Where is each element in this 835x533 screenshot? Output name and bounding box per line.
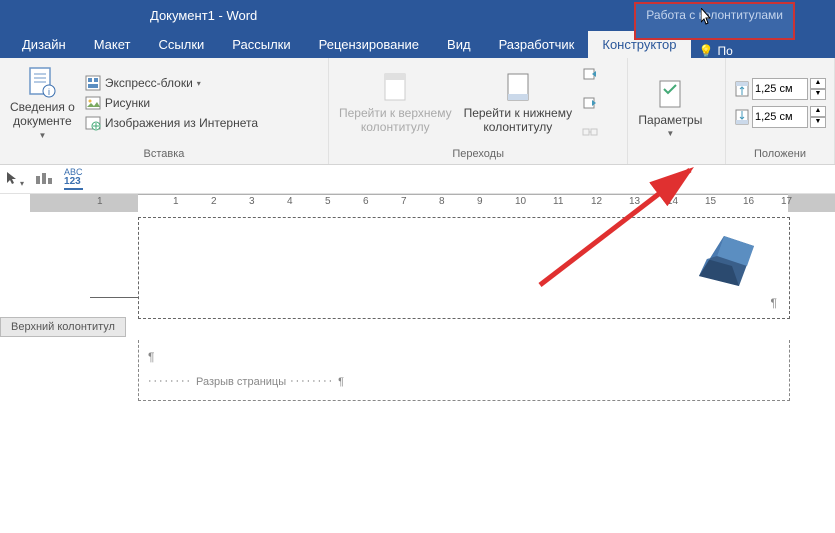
svg-text:i: i: [48, 87, 50, 97]
building-blocks-icon: [85, 75, 101, 91]
tab-mailings[interactable]: Рассылки: [218, 31, 304, 58]
goto-footer-icon: [502, 72, 534, 104]
paragraph-mark: ¶: [148, 350, 154, 364]
picture-icon: [85, 95, 101, 111]
ruler-tick: 8: [439, 196, 445, 207]
header-tag: Верхний колонтитул: [0, 317, 126, 337]
tell-me-label: По: [717, 44, 732, 58]
ruler-tick: 16: [743, 196, 754, 207]
tab-layout[interactable]: Макет: [80, 31, 145, 58]
goto-footer-label: Перейти к нижнему колонтитулу: [464, 106, 573, 135]
stepper-up[interactable]: ▲: [810, 78, 826, 89]
goto-header-button: Перейти к верхнему колонтитулу: [333, 60, 458, 146]
group-navigation: Перейти к верхнему колонтитулу Перейти к…: [329, 58, 628, 164]
body-dimmed-area: [138, 340, 790, 401]
options-button[interactable]: Параметры ▼: [632, 60, 708, 158]
online-pictures-button[interactable]: Изображения из Интернета: [85, 115, 258, 131]
ruler-tick: 5: [325, 196, 331, 207]
ruler-tick: 15: [705, 196, 716, 207]
margin-indicator: [90, 297, 138, 298]
options-label: Параметры: [638, 113, 702, 127]
tell-me[interactable]: 💡 По: [691, 44, 741, 58]
ruler-tick: 14: [667, 196, 678, 207]
lightbulb-icon: 💡: [699, 44, 714, 58]
break-dots: ‧‧‧‧‧‧‧‧: [290, 375, 334, 388]
page-break-indicator: ‧‧‧‧‧‧‧‧ Разрыв страницы ‧‧‧‧‧‧‧‧ ¶: [148, 375, 344, 388]
word-count-icon[interactable]: ABC123: [64, 168, 83, 190]
break-dots: ‧‧‧‧‧‧‧‧: [148, 375, 192, 388]
ruler-tick: 17: [781, 196, 792, 207]
express-blocks-button[interactable]: Экспресс-блоки ▾: [85, 75, 258, 91]
document-area[interactable]: ¶ Верхний колонтитул ¶ ‧‧‧‧‧‧‧‧ Разрыв с…: [0, 212, 835, 532]
pictures-button[interactable]: Рисунки: [85, 95, 258, 111]
select-objects-icon[interactable]: ▾: [4, 170, 24, 189]
header-position-icon: [734, 81, 750, 97]
chevron-down-icon: ▼: [38, 131, 46, 141]
ruler-tick: 13: [629, 196, 640, 207]
stepper-down[interactable]: ▼: [810, 117, 826, 128]
document-info-icon: i: [26, 66, 58, 98]
paragraph-mark: ¶: [338, 376, 344, 388]
tab-references[interactable]: Ссылки: [145, 31, 219, 58]
footer-from-bottom[interactable]: ▲▼: [734, 106, 826, 128]
stepper-down[interactable]: ▼: [810, 89, 826, 100]
header-top-input[interactable]: [752, 78, 808, 100]
group-nav-label: Переходы: [333, 146, 623, 162]
ruler-tick: 10: [515, 196, 526, 207]
ruler-tick: 11: [553, 196, 563, 207]
group-position: ▲▼ ▲▼ Положени: [726, 58, 835, 164]
ruler-tick: 9: [477, 196, 483, 207]
context-tab-header-footer[interactable]: Работа с колонтитулами: [634, 2, 795, 40]
chevron-down-icon: ▼: [666, 129, 674, 139]
footer-position-icon: [734, 109, 750, 125]
tab-view[interactable]: Вид: [433, 31, 485, 58]
tab-design[interactable]: Дизайн: [8, 31, 80, 58]
goto-header-label: Перейти к верхнему колонтитулу: [339, 106, 452, 135]
header-from-top[interactable]: ▲▼: [734, 78, 826, 100]
ruler-tick: 12: [591, 196, 602, 207]
group-insert: i Сведения о документе ▼ Экспресс-блоки ▾…: [0, 58, 329, 164]
options-icon: [654, 79, 686, 111]
app-title: Документ1 - Word: [150, 8, 257, 23]
express-label: Экспресс-блоки: [105, 76, 193, 90]
ruler-tick: 3: [249, 196, 255, 207]
previous-section-icon[interactable]: [582, 66, 598, 82]
macros-icon[interactable]: [34, 170, 54, 189]
footer-bottom-input[interactable]: [752, 106, 808, 128]
group-insert-label: Вставка: [4, 146, 324, 162]
quick-access: ▾ ABC123: [0, 165, 835, 194]
header-editing-area[interactable]: ¶: [138, 217, 790, 319]
context-tab-label: Работа с колонтитулами: [646, 8, 783, 22]
group-position-label: Положени: [730, 146, 830, 162]
paragraph-mark: ¶: [771, 296, 777, 310]
ruler-tick: 6: [363, 196, 369, 207]
online-picture-icon: [85, 115, 101, 131]
stepper-up[interactable]: ▲: [810, 106, 826, 117]
ruler-tick: 1: [97, 196, 103, 207]
group-options: Параметры ▼: [628, 58, 726, 164]
chevron-down-icon: ▾: [197, 79, 201, 88]
horizontal-ruler[interactable]: 11234567891011121314151617: [30, 194, 835, 212]
title-bar: Документ1 - Word Работа с колонтитулами: [0, 0, 835, 30]
goto-header-icon: [379, 72, 411, 104]
link-previous-icon[interactable]: [582, 124, 598, 140]
tab-developer[interactable]: Разработчик: [485, 31, 589, 58]
ruler-tick: 4: [287, 196, 293, 207]
ribbon: i Сведения о документе ▼ Экспресс-блоки ▾…: [0, 58, 835, 165]
ruler-tick: 1: [173, 196, 179, 207]
tab-review[interactable]: Рецензирование: [305, 31, 433, 58]
pictures-label: Рисунки: [105, 96, 150, 110]
logo-image[interactable]: [689, 231, 759, 296]
ruler-tick: 7: [401, 196, 407, 207]
page-break-label: Разрыв страницы: [196, 376, 286, 388]
doc-info-label: Сведения о документе: [10, 100, 75, 129]
next-section-icon[interactable]: [582, 95, 598, 111]
goto-footer-button[interactable]: Перейти к нижнему колонтитулу: [458, 60, 579, 146]
group-options-label: [632, 158, 721, 162]
online-pics-label: Изображения из Интернета: [105, 116, 258, 130]
doc-info-button[interactable]: i Сведения о документе ▼: [4, 60, 81, 146]
ruler-tick: 2: [211, 196, 217, 207]
